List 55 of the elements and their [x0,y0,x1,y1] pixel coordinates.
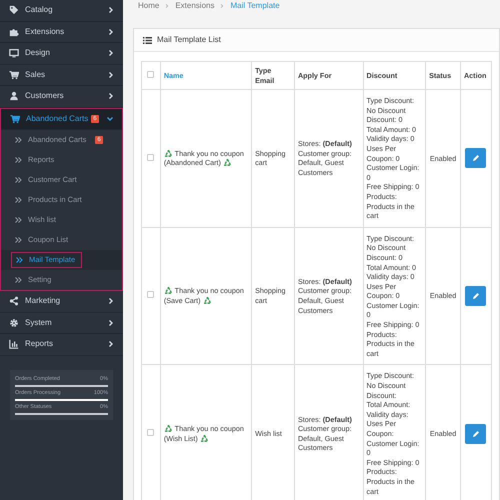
gear-icon [9,318,19,328]
double-chevron-icon [15,177,22,183]
recycle-icon [164,150,172,157]
item-label: Sales [25,68,46,81]
checkbox[interactable] [147,154,154,161]
sidebar-item[interactable]: Marketing [0,291,123,312]
double-chevron-icon [15,137,22,143]
sidebar-item[interactable]: Reports [0,334,123,356]
sidebar-item[interactable]: Sales [0,64,123,86]
pencil-icon [472,292,480,300]
double-chevron-icon [15,277,22,283]
recycle-icon [204,297,211,304]
breadcrumb-link[interactable]: Home [138,0,160,12]
sidebar-item[interactable]: System [0,312,123,334]
edit-button[interactable] [465,424,486,444]
double-chevron-icon [15,237,22,243]
checkbox[interactable] [147,70,154,78]
puzzle-icon [9,26,19,37]
sidebar-item[interactable]: Customers [0,86,123,108]
recycle-icon [224,159,231,166]
recycle-icon [164,425,172,432]
share-icon [9,296,19,306]
pencil-icon [472,430,480,438]
double-chevron-icon [15,217,22,223]
panel-title: Mail Template List [157,34,221,46]
item-label: Design [25,47,50,60]
recycle-icon [200,434,208,442]
tag-icon [9,5,19,16]
checkbox[interactable] [147,291,154,298]
edit-button[interactable] [465,148,486,168]
bar-chart-icon [9,339,19,350]
item-label: Customers [25,90,64,102]
user-icon [9,91,19,102]
item-label: Marketing [25,295,60,308]
sidebar-item[interactable]: Catalog [0,0,123,22]
item-label: Reports [25,338,54,350]
breadcrumb-link[interactable]: Extensions [175,0,214,12]
checkbox[interactable] [147,429,154,436]
cart-icon [10,114,20,124]
pencil-icon [472,154,480,162]
list-icon [143,36,152,44]
edit-button[interactable] [465,286,486,306]
recycle-icon [164,287,172,294]
double-chevron-icon [16,257,23,263]
item-label: Extensions [25,26,64,38]
item-label: System [25,316,52,329]
breadcrumb-link[interactable]: Mail Template [230,0,280,12]
sidebar-item[interactable]: Extensions [0,22,123,43]
monitor-icon [9,48,19,58]
cart-icon [9,70,19,80]
item-label: Abandoned Carts [26,112,88,125]
double-chevron-icon [15,157,22,163]
double-chevron-icon [15,197,22,203]
sidebar-item[interactable]: Design [0,43,123,64]
item-label: Catalog [25,4,53,16]
